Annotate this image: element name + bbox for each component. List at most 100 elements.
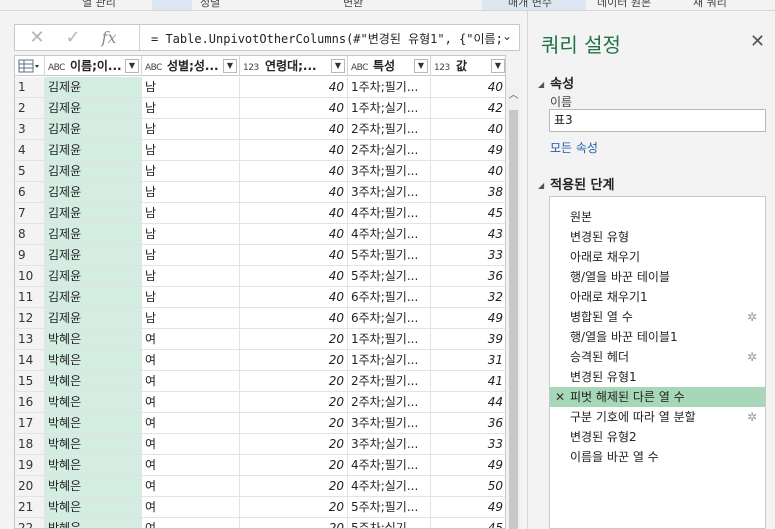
cell-attribute[interactable]: 4주차;실기... xyxy=(348,224,431,244)
cell-age[interactable]: 40 xyxy=(240,182,348,202)
cell-attribute[interactable]: 1주차;실기... xyxy=(348,350,431,370)
filter-dropdown-icon[interactable]: ▼ xyxy=(125,59,139,73)
formula-input[interactable]: = Table.UnpivotOtherColumns(#"변경된 유형1", … xyxy=(151,30,501,47)
cell-age[interactable]: 40 xyxy=(240,98,348,118)
cell-gender[interactable]: 여 xyxy=(142,476,240,496)
chevron-down-icon[interactable]: ⌄ xyxy=(499,29,515,45)
row-number[interactable]: 6 xyxy=(15,182,45,202)
cell-attribute[interactable]: 2주차;실기... xyxy=(348,140,431,160)
cell-gender[interactable]: 여 xyxy=(142,497,240,517)
cell-value[interactable]: 36 xyxy=(431,413,505,433)
cell-value[interactable]: 49 xyxy=(431,308,505,328)
gear-icon[interactable]: ✲ xyxy=(747,407,757,427)
cell-value[interactable]: 36 xyxy=(431,266,505,286)
cell-name[interactable]: 김제윤 xyxy=(45,203,142,223)
cell-age[interactable]: 20 xyxy=(240,413,348,433)
cell-value[interactable]: 49 xyxy=(431,497,505,517)
cell-attribute[interactable]: 2주차;필기... xyxy=(348,119,431,139)
cell-attribute[interactable]: 6주차;필기... xyxy=(348,287,431,307)
table-row[interactable]: 7 김제윤 남 40 4주차;필기... 45 xyxy=(15,203,505,224)
row-number[interactable]: 10 xyxy=(15,266,45,286)
cell-value[interactable]: 40 xyxy=(431,119,505,139)
row-number[interactable]: 5 xyxy=(15,161,45,181)
cell-age[interactable]: 20 xyxy=(240,350,348,370)
table-menu-button[interactable] xyxy=(15,56,45,76)
cell-age[interactable]: 20 xyxy=(240,518,348,528)
cell-gender[interactable]: 남 xyxy=(142,98,240,118)
cell-value[interactable]: 42 xyxy=(431,98,505,118)
cell-attribute[interactable]: 1주차;실기... xyxy=(348,98,431,118)
cell-value[interactable]: 45 xyxy=(431,518,505,528)
table-row[interactable]: 20 박혜은 여 20 4주차;실기... 50 xyxy=(15,476,505,497)
cell-attribute[interactable]: 3주차;필기... xyxy=(348,161,431,181)
text-type-icon[interactable]: ABC xyxy=(145,58,167,76)
row-number[interactable]: 16 xyxy=(15,392,45,412)
table-row[interactable]: 12 김제윤 남 40 6주차;실기... 49 xyxy=(15,308,505,329)
cell-age[interactable]: 40 xyxy=(240,287,348,307)
applied-step[interactable]: 행/열을 바꾼 테이블 xyxy=(550,267,765,287)
cancel-icon[interactable]: ✕ xyxy=(19,25,55,50)
cell-name[interactable]: 박혜은 xyxy=(45,455,142,475)
gear-icon[interactable]: ✲ xyxy=(747,347,757,367)
row-number[interactable]: 13 xyxy=(15,329,45,349)
applied-step[interactable]: 변경된 유형2 xyxy=(550,427,765,447)
cell-attribute[interactable]: 6주차;실기... xyxy=(348,308,431,328)
row-number[interactable]: 22 xyxy=(15,518,45,528)
filter-dropdown-icon[interactable]: ▼ xyxy=(223,59,237,73)
cell-value[interactable]: 33 xyxy=(431,245,505,265)
applied-steps-section-header[interactable]: ◢ 적용된 단계 xyxy=(538,174,614,193)
cell-age[interactable]: 20 xyxy=(240,434,348,454)
table-row[interactable]: 11 김제윤 남 40 6주차;필기... 32 xyxy=(15,287,505,308)
table-row[interactable]: 18 박혜은 여 20 3주차;실기... 33 xyxy=(15,434,505,455)
cell-name[interactable]: 박혜은 xyxy=(45,497,142,517)
cell-value[interactable]: 41 xyxy=(431,371,505,391)
number-type-icon[interactable]: 123 xyxy=(434,58,456,76)
cell-gender[interactable]: 남 xyxy=(142,224,240,244)
applied-step[interactable]: 변경된 유형 xyxy=(550,227,765,247)
cell-name[interactable]: 김제윤 xyxy=(45,161,142,181)
ribbon-group-label[interactable]: 새 쿼리 xyxy=(693,0,727,10)
table-row[interactable]: 3 김제윤 남 40 2주차;필기... 40 xyxy=(15,119,505,140)
vertical-scrollbar[interactable]: ︿ xyxy=(507,88,520,529)
cell-gender[interactable]: 남 xyxy=(142,266,240,286)
cell-name[interactable]: 박혜은 xyxy=(45,371,142,391)
row-number[interactable]: 1 xyxy=(15,77,45,97)
cell-attribute[interactable]: 5주차;필기... xyxy=(348,497,431,517)
table-row[interactable]: 19 박혜은 여 20 4주차;필기... 49 xyxy=(15,455,505,476)
cell-age[interactable]: 40 xyxy=(240,77,348,97)
row-number[interactable]: 9 xyxy=(15,245,45,265)
cell-attribute[interactable]: 4주차;필기... xyxy=(348,203,431,223)
cell-name[interactable]: 박혜은 xyxy=(45,434,142,454)
cell-gender[interactable]: 남 xyxy=(142,182,240,202)
cell-age[interactable]: 40 xyxy=(240,119,348,139)
row-number[interactable]: 14 xyxy=(15,350,45,370)
properties-section-header[interactable]: ◢ 속성 xyxy=(538,73,574,92)
cell-value[interactable]: 43 xyxy=(431,224,505,244)
query-name-input[interactable]: 표3 xyxy=(549,109,766,132)
filter-dropdown-icon[interactable]: ▼ xyxy=(331,59,345,73)
cell-age[interactable]: 20 xyxy=(240,392,348,412)
cell-name[interactable]: 박혜은 xyxy=(45,518,142,528)
text-type-icon[interactable]: ABC xyxy=(48,58,70,76)
cell-name[interactable]: 김제윤 xyxy=(45,119,142,139)
cell-gender[interactable]: 남 xyxy=(142,245,240,265)
table-row[interactable]: 2 김제윤 남 40 1주차;실기... 42 xyxy=(15,98,505,119)
cell-age[interactable]: 40 xyxy=(240,224,348,244)
applied-step[interactable]: 아래로 채우기1 xyxy=(550,287,765,307)
cell-gender[interactable]: 남 xyxy=(142,308,240,328)
column-header-attribute[interactable]: ABC 특성 ▼ xyxy=(348,56,431,76)
filter-dropdown-icon[interactable]: ▼ xyxy=(414,59,428,73)
table-row[interactable]: 4 김제윤 남 40 2주차;실기... 49 xyxy=(15,140,505,161)
row-number[interactable]: 21 xyxy=(15,497,45,517)
table-row[interactable]: 22 박혜은 여 20 5주차;실기... 45 xyxy=(15,518,505,528)
cell-gender[interactable]: 남 xyxy=(142,203,240,223)
cell-attribute[interactable]: 2주차;실기... xyxy=(348,392,431,412)
cell-name[interactable]: 김제윤 xyxy=(45,308,142,328)
table-row[interactable]: 9 김제윤 남 40 5주차;필기... 33 xyxy=(15,245,505,266)
fx-icon[interactable]: fx xyxy=(91,25,127,50)
cell-name[interactable]: 박혜은 xyxy=(45,476,142,496)
cell-age[interactable]: 20 xyxy=(240,476,348,496)
column-header-age[interactable]: 123 연령대;... ▼ xyxy=(240,56,348,76)
table-row[interactable]: 21 박혜은 여 20 5주차;필기... 49 xyxy=(15,497,505,518)
cell-age[interactable]: 40 xyxy=(240,161,348,181)
